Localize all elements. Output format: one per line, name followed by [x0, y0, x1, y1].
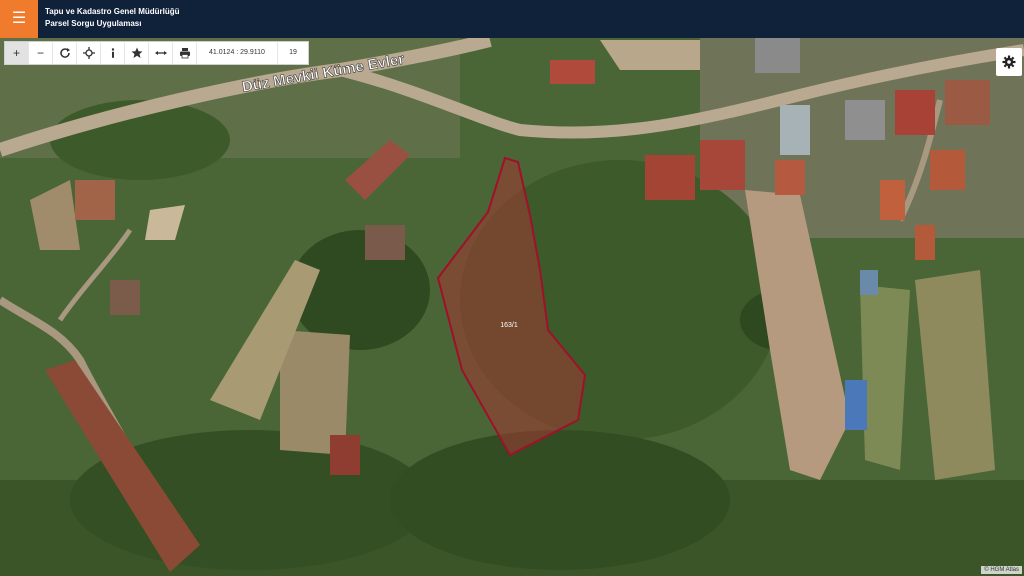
map-toolbar: + − 41.0124 : 29.9110 19	[4, 41, 309, 65]
zoom-in-icon[interactable]: +	[5, 42, 29, 64]
gear-icon[interactable]	[996, 48, 1022, 76]
map-canvas: Düz Mevkii Küme Evler 163/1	[0, 38, 1024, 576]
refresh-icon[interactable]	[53, 42, 77, 64]
satellite-map[interactable]: Düz Mevkii Küme Evler 163/1	[0, 38, 1024, 576]
print-icon[interactable]	[173, 42, 197, 64]
info-icon[interactable]	[101, 42, 125, 64]
hamburger-menu-icon[interactable]: ☰	[0, 0, 38, 38]
parcel-label: 163/1	[500, 322, 518, 329]
zoom-level-readout: 19	[289, 49, 297, 56]
zoom-out-icon[interactable]: −	[29, 42, 53, 64]
coordinate-readout: 41.0124 : 29.9110	[197, 42, 278, 64]
measure-icon[interactable]	[149, 42, 173, 64]
title-line-2: Parsel Sorgu Uygulaması	[45, 19, 142, 28]
app-title: Tapu ve Kadastro Genel Müdürlüğü Parsel …	[45, 6, 180, 30]
top-bar: ☰ Tapu ve Kadastro Genel Müdürlüğü Parse…	[0, 0, 1024, 38]
map-attribution[interactable]: © HGM Atlas	[981, 566, 1022, 574]
favorite-star-icon[interactable]	[125, 42, 149, 64]
locate-icon[interactable]	[77, 42, 101, 64]
title-line-1: Tapu ve Kadastro Genel Müdürlüğü	[45, 7, 180, 16]
